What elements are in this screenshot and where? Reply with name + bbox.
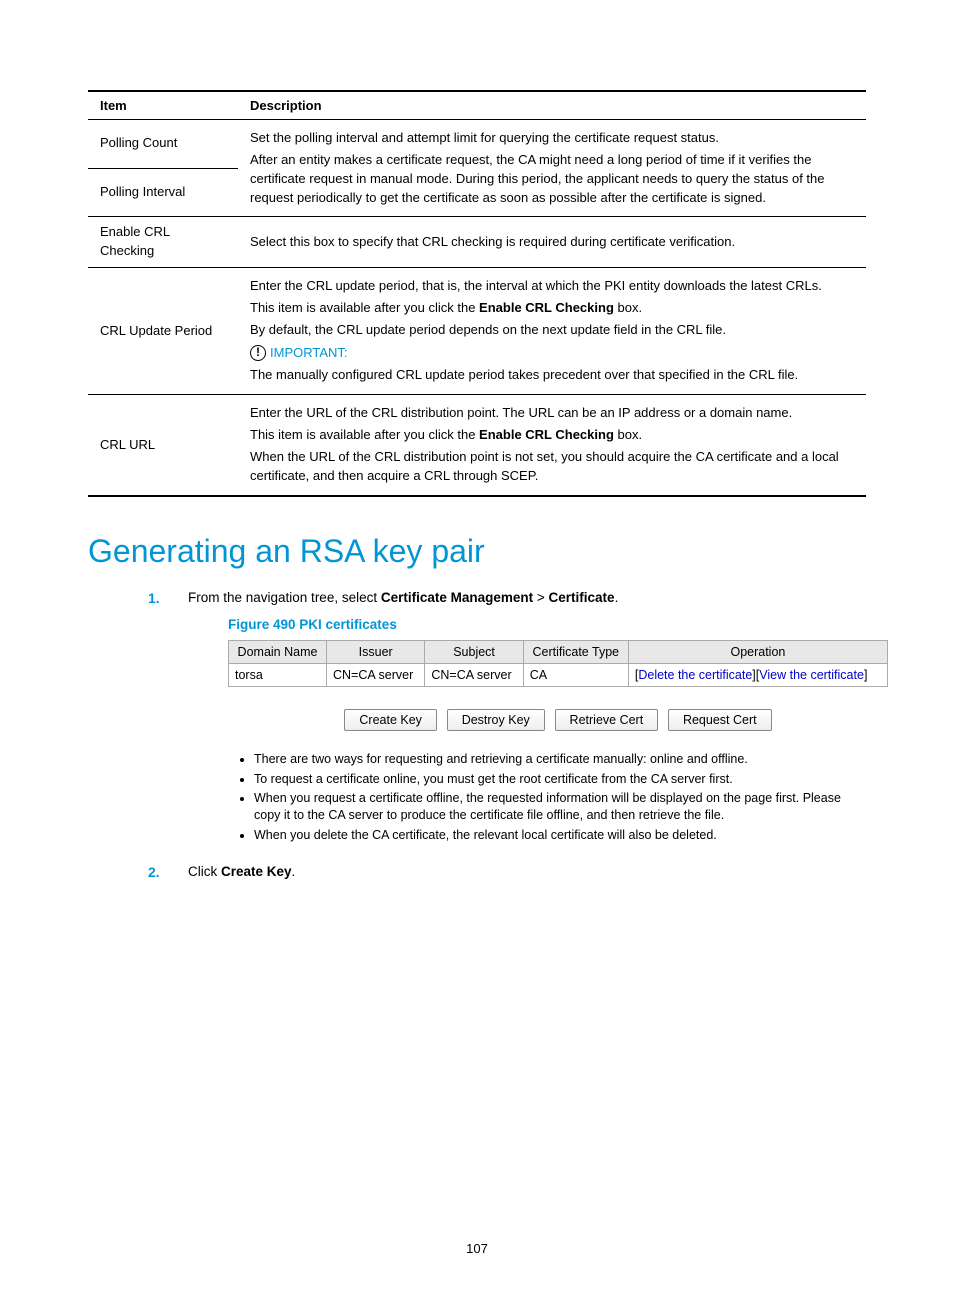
col-issuer: Issuer bbox=[327, 640, 425, 663]
desc-cell: Select this box to specify that CRL chec… bbox=[238, 217, 866, 268]
cell-operation: [Delete the certificate][View the certif… bbox=[628, 663, 887, 686]
col-operation: Operation bbox=[628, 640, 887, 663]
destroy-key-button[interactable]: Destroy Key bbox=[447, 709, 545, 731]
important-icon: ! bbox=[250, 345, 266, 361]
table-header-desc: Description bbox=[238, 91, 866, 120]
important-callout: ! IMPORTANT: bbox=[250, 344, 854, 363]
pki-certificates-table: Domain Name Issuer Subject Certificate T… bbox=[228, 640, 888, 687]
table-header-item: Item bbox=[88, 91, 238, 120]
section-heading: Generating an RSA key pair bbox=[88, 533, 866, 570]
create-key-button[interactable]: Create Key bbox=[344, 709, 437, 731]
important-label: IMPORTANT: bbox=[270, 344, 348, 363]
col-cert-type: Certificate Type bbox=[523, 640, 628, 663]
list-item: There are two ways for requesting and re… bbox=[254, 751, 858, 768]
procedure-step: Click Create Key. bbox=[148, 864, 866, 879]
item-cell: Polling Count bbox=[88, 120, 238, 169]
page-number: 107 bbox=[0, 1241, 954, 1256]
cell-domain: torsa bbox=[229, 663, 327, 686]
documentation-page: Item Description Polling Count Set the p… bbox=[0, 0, 954, 1296]
view-certificate-link[interactable]: View the certificate bbox=[759, 668, 864, 682]
cell-subject: CN=CA server bbox=[425, 663, 523, 686]
col-subject: Subject bbox=[425, 640, 523, 663]
table-row: Polling Count Set the polling interval a… bbox=[88, 120, 866, 169]
desc-cell: Set the polling interval and attempt lim… bbox=[238, 120, 866, 217]
figure-caption: Figure 490 PKI certificates bbox=[228, 617, 866, 632]
button-row: Create Key Destroy Key Retrieve Cert Req… bbox=[228, 709, 888, 731]
item-cell: CRL Update Period bbox=[88, 268, 238, 395]
retrieve-cert-button[interactable]: Retrieve Cert bbox=[555, 709, 659, 731]
table-row: Enable CRL Checking Select this box to s… bbox=[88, 217, 866, 268]
list-item: To request a certificate online, you mus… bbox=[254, 771, 858, 788]
desc-cell: Enter the CRL update period, that is, th… bbox=[238, 268, 866, 395]
delete-certificate-link[interactable]: Delete the certificate bbox=[638, 668, 752, 682]
item-cell: Enable CRL Checking bbox=[88, 217, 238, 268]
request-cert-button[interactable]: Request Cert bbox=[668, 709, 772, 731]
table-row: CRL Update Period Enter the CRL update p… bbox=[88, 268, 866, 395]
item-cell: Polling Interval bbox=[88, 168, 238, 217]
cell-issuer: CN=CA server bbox=[327, 663, 425, 686]
list-item: When you delete the CA certificate, the … bbox=[254, 827, 858, 844]
desc-cell: Enter the URL of the CRL distribution po… bbox=[238, 395, 866, 496]
col-domain-name: Domain Name bbox=[229, 640, 327, 663]
table-row: torsa CN=CA server CN=CA server CA [Dele… bbox=[229, 663, 888, 686]
list-item: When you request a certificate offline, … bbox=[254, 790, 858, 824]
table-row: CRL URL Enter the URL of the CRL distrib… bbox=[88, 395, 866, 496]
procedure-step: From the navigation tree, select Certifi… bbox=[148, 590, 866, 844]
item-cell: CRL URL bbox=[88, 395, 238, 496]
procedure-list: From the navigation tree, select Certifi… bbox=[148, 590, 866, 879]
cell-cert-type: CA bbox=[523, 663, 628, 686]
config-item-table: Item Description Polling Count Set the p… bbox=[88, 90, 866, 497]
ui-notes-list: There are two ways for requesting and re… bbox=[228, 751, 858, 844]
